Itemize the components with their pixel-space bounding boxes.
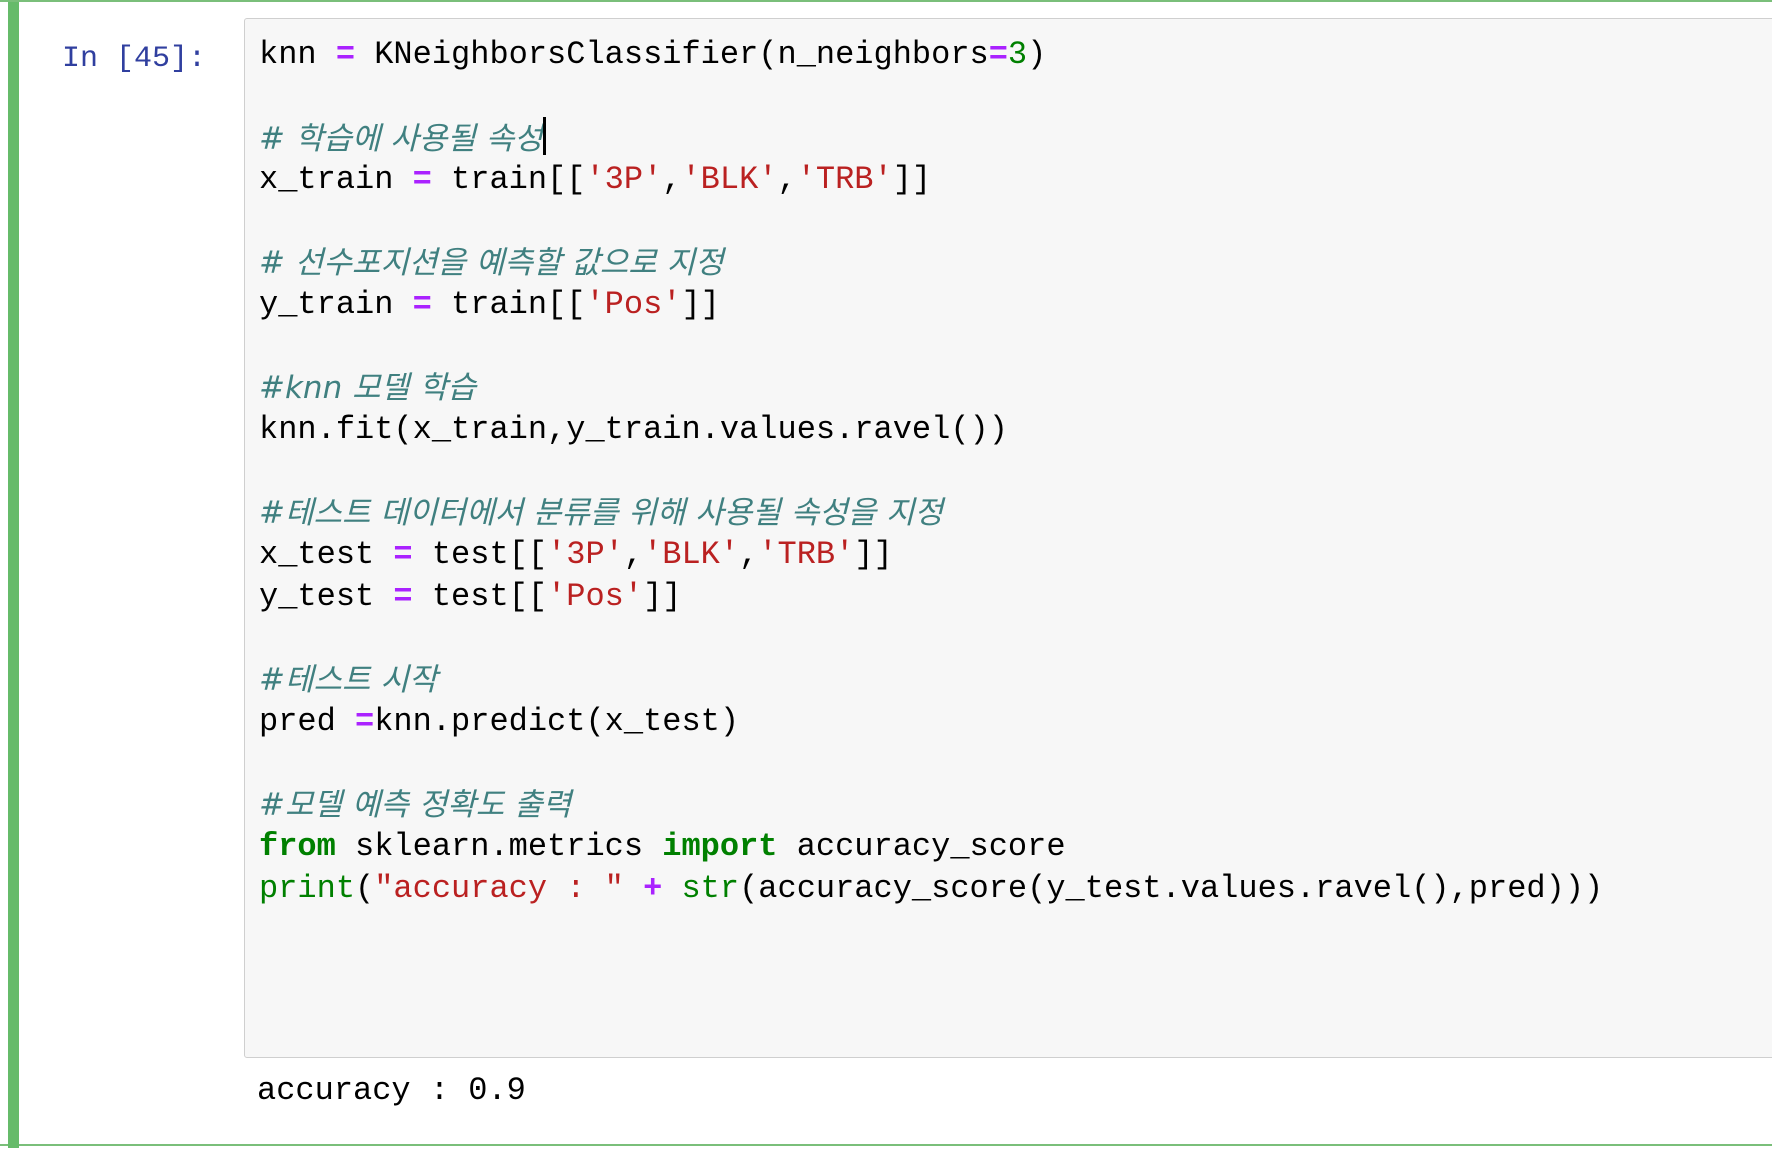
code-line: y_train = train[['Pos']]	[259, 286, 720, 323]
code-line: pred =knn.predict(x_test)	[259, 703, 740, 740]
code-comment: #테스트 데이터에서 분류를 위해 사용될 속성을 지정	[259, 495, 944, 531]
input-prompt: In [45]:	[62, 42, 207, 76]
code-line: from sklearn.metrics import accuracy_sco…	[259, 828, 1066, 865]
code-comment: #모델 예측 정확도 출력	[259, 787, 572, 823]
notebook-cell[interactable]: In [45]: knn = KNeighborsClassifier(n_ne…	[0, 0, 1772, 1148]
cell-selection-bar	[8, 2, 19, 1148]
code-text[interactable]: knn = KNeighborsClassifier(n_neighbors=3…	[259, 34, 1603, 910]
code-line: knn.fit(x_train,y_train.values.ravel())	[259, 411, 1008, 448]
code-line: print("accuracy : " + str(accuracy_score…	[259, 870, 1604, 907]
code-line: y_test = test[['Pos']]	[259, 578, 682, 615]
code-comment: # 선수포지션을 예측할 값으로 지정	[259, 245, 724, 281]
code-line: x_test = test[['3P','BLK','TRB']]	[259, 536, 893, 573]
code-comment: #테스트 시작	[259, 662, 438, 698]
code-comment: #knn 모델 학습	[259, 370, 477, 406]
code-line: knn = KNeighborsClassifier(n_neighbors=3…	[259, 36, 1047, 73]
code-line: x_train = train[['3P','BLK','TRB']]	[259, 161, 932, 198]
cell-output: accuracy : 0.9	[257, 1072, 526, 1109]
code-comment: # 학습에 사용될 속성	[259, 117, 1603, 159]
text-cursor	[542, 117, 546, 155]
